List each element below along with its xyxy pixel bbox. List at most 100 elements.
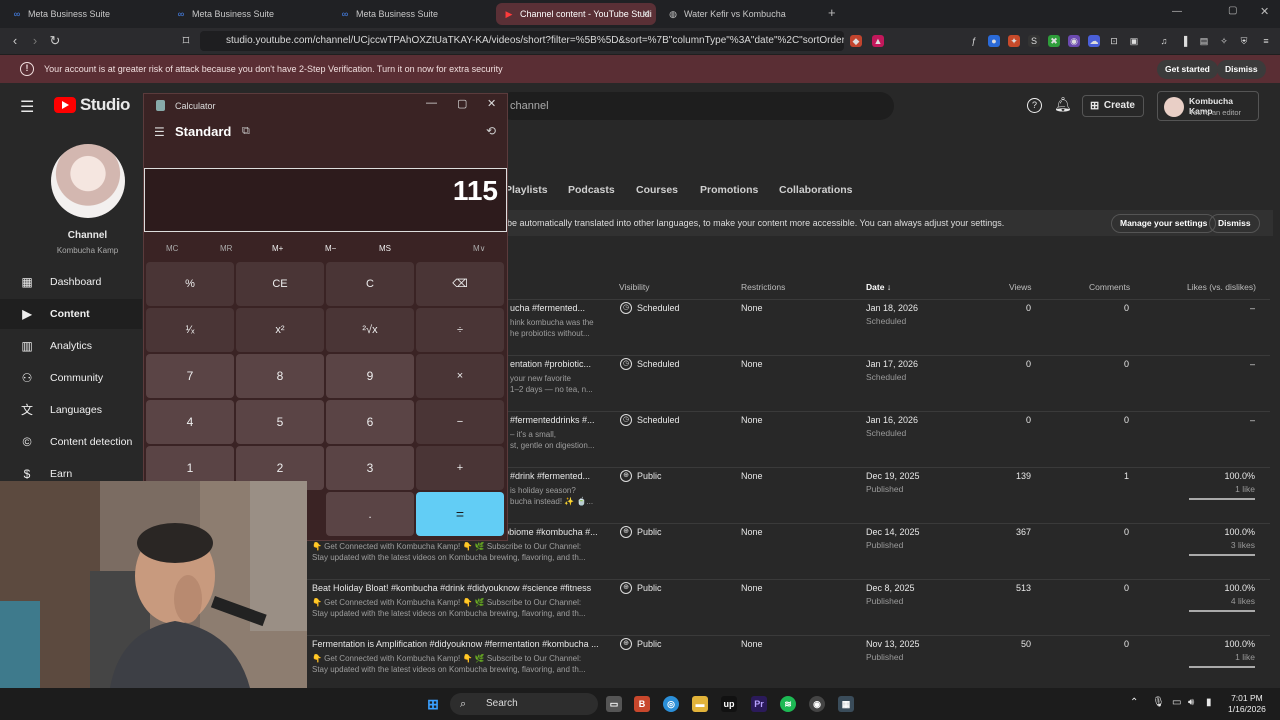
reload-icon[interactable]: ↻ bbox=[47, 33, 63, 49]
memory-recall-button[interactable]: MR bbox=[220, 244, 232, 253]
maximize-icon[interactable]: ▢ bbox=[457, 97, 467, 110]
youtube-logo-icon[interactable] bbox=[54, 97, 76, 113]
tab-podcasts[interactable]: Podcasts bbox=[568, 184, 615, 196]
create-button[interactable]: ⊞ Create bbox=[1082, 95, 1144, 117]
video-title[interactable]: ucha #fermented... bbox=[510, 303, 585, 313]
column-date[interactable]: Date ↓ bbox=[866, 282, 891, 292]
history-icon[interactable]: ⟲ bbox=[486, 124, 496, 138]
tab-playlists[interactable]: Playlists bbox=[505, 184, 548, 196]
network-icon[interactable]: ▭ bbox=[1172, 697, 1181, 708]
calculator-menu-icon[interactable]: ☰ bbox=[154, 125, 165, 139]
memory-add-button[interactable]: M+ bbox=[272, 244, 283, 253]
video-title[interactable]: Fermentation is Amplification #didyoukno… bbox=[312, 639, 599, 649]
extension-icon[interactable]: ☁ bbox=[1088, 35, 1100, 47]
visibility-value[interactable]: Public bbox=[637, 583, 662, 593]
chrome-icon[interactable]: ◎ bbox=[663, 696, 679, 712]
brave-icon[interactable]: B bbox=[634, 696, 650, 712]
browser-tab[interactable]: ◍ Water Kefir vs Kombucha bbox=[660, 3, 820, 25]
column-views[interactable]: Views bbox=[1009, 282, 1032, 292]
add-button[interactable]: + bbox=[416, 446, 504, 490]
minimize-icon[interactable]: — bbox=[1172, 6, 1182, 17]
back-icon[interactable]: ‹ bbox=[7, 33, 23, 49]
visibility-value[interactable]: Scheduled bbox=[637, 415, 680, 425]
table-row[interactable]: Fermentation is Amplification #didyoukno… bbox=[300, 635, 1270, 691]
calculator-taskbar-icon[interactable]: ▦ bbox=[838, 696, 854, 712]
new-tab-icon[interactable]: + bbox=[828, 5, 836, 20]
square-root-button[interactable]: ²√x bbox=[326, 308, 414, 352]
brave-shield-icon[interactable]: ◆ bbox=[850, 35, 862, 47]
column-restrictions[interactable]: Restrictions bbox=[741, 282, 785, 292]
memory-clear-button[interactable]: MC bbox=[166, 244, 178, 253]
visibility-value[interactable]: Public bbox=[637, 639, 662, 649]
column-comments[interactable]: Comments bbox=[1089, 282, 1130, 292]
sidebar-icon[interactable]: ▐ bbox=[1178, 35, 1190, 47]
memory-store-button[interactable]: MS bbox=[379, 244, 391, 253]
tab-promotions[interactable]: Promotions bbox=[700, 184, 758, 196]
tab-courses[interactable]: Courses bbox=[636, 184, 678, 196]
get-started-button[interactable]: Get started bbox=[1157, 60, 1218, 79]
extension-icon[interactable]: ✦ bbox=[1008, 35, 1020, 47]
extension-icon[interactable]: S bbox=[1028, 35, 1040, 47]
task-view-icon[interactable]: ▭ bbox=[606, 696, 622, 712]
battery-icon[interactable]: ▮ bbox=[1206, 697, 1212, 708]
tray-chevron-icon[interactable]: ⌃ bbox=[1130, 697, 1138, 708]
tab-collaborations[interactable]: Collaborations bbox=[779, 184, 853, 196]
obs-icon[interactable]: ◉ bbox=[809, 696, 825, 712]
multiply-button[interactable]: × bbox=[416, 354, 504, 398]
column-visibility[interactable]: Visibility bbox=[619, 282, 650, 292]
keep-on-top-icon[interactable]: ⧉ bbox=[242, 125, 250, 138]
reciprocal-button[interactable]: ¹⁄ₓ bbox=[146, 308, 234, 352]
video-title[interactable]: Beat Holiday Bloat! #kombucha #drink #di… bbox=[312, 583, 591, 593]
digit-5-button[interactable]: 5 bbox=[236, 400, 324, 444]
memory-subtract-button[interactable]: M− bbox=[325, 244, 336, 253]
digit-8-button[interactable]: 8 bbox=[236, 354, 324, 398]
help-icon[interactable]: ? bbox=[1027, 98, 1042, 113]
upwork-icon[interactable]: up bbox=[721, 696, 737, 712]
digit-9-button[interactable]: 9 bbox=[326, 354, 414, 398]
browser-tab[interactable]: ∞ Meta Business Suite bbox=[168, 3, 328, 25]
system-clock[interactable]: 7:01 PM 1/16/2026 bbox=[1228, 693, 1266, 715]
shield-icon[interactable]: ⛨ bbox=[1238, 35, 1250, 47]
extension-icon[interactable]: ⊡ bbox=[1108, 35, 1120, 47]
manage-settings-button[interactable]: Manage your settings bbox=[1111, 214, 1217, 233]
video-title[interactable]: entation #probiotic... bbox=[510, 359, 591, 369]
backspace-button[interactable]: ⌫ bbox=[416, 262, 504, 306]
memory-list-button[interactable]: M∨ bbox=[473, 244, 486, 253]
close-icon[interactable]: ✕ bbox=[487, 97, 496, 110]
sidebar-item-dashboard[interactable]: ▦ Dashboard bbox=[0, 267, 142, 297]
leo-icon[interactable]: ✧ bbox=[1218, 35, 1230, 47]
notifications-icon[interactable]: 🔔︎ bbox=[1054, 96, 1072, 113]
browser-tab[interactable]: ∞ Meta Business Suite bbox=[332, 3, 492, 25]
visibility-value[interactable]: Public bbox=[637, 471, 662, 481]
video-title[interactable]: #drink #fermented... bbox=[510, 471, 590, 481]
minimize-icon[interactable]: — bbox=[426, 97, 437, 109]
extension-icon[interactable]: ✖ bbox=[1048, 35, 1060, 47]
divide-button[interactable]: ÷ bbox=[416, 308, 504, 352]
sidebar-item-community[interactable]: ⚇ Community bbox=[0, 363, 142, 393]
browser-tab[interactable]: ∞ Meta Business Suite bbox=[4, 3, 164, 25]
visibility-value[interactable]: Scheduled bbox=[637, 303, 680, 313]
extension-icon[interactable]: ◉ bbox=[1068, 35, 1080, 47]
close-tab-icon[interactable]: ✕ bbox=[642, 9, 650, 20]
digit-7-button[interactable]: 7 bbox=[146, 354, 234, 398]
taskbar-search[interactable]: ⌕ Search bbox=[450, 693, 598, 715]
subtract-button[interactable]: − bbox=[416, 400, 504, 444]
extension-icon[interactable]: ▣ bbox=[1128, 35, 1140, 47]
premiere-icon[interactable]: Pr bbox=[751, 696, 767, 712]
clear-button[interactable]: C bbox=[326, 262, 414, 306]
sidebar-item-content-detection[interactable]: © Content detection bbox=[0, 427, 142, 457]
sidebar-item-languages[interactable]: 文 Languages bbox=[0, 395, 142, 425]
rewards-icon[interactable]: ▲ bbox=[872, 35, 884, 47]
sidebar-item-analytics[interactable]: ▥ Analytics bbox=[0, 331, 142, 361]
studio-search-input[interactable]: channel bbox=[498, 92, 894, 120]
wallet-icon[interactable]: ▤ bbox=[1198, 35, 1210, 47]
digit-4-button[interactable]: 4 bbox=[146, 400, 234, 444]
volume-icon[interactable]: 🔊︎ bbox=[1188, 697, 1194, 708]
extension-icon[interactable]: ● bbox=[988, 35, 1000, 47]
table-row[interactable]: Beat Holiday Bloat! #kombucha #drink #di… bbox=[300, 579, 1270, 635]
spotify-icon[interactable]: ≋ bbox=[780, 696, 796, 712]
clear-entry-button[interactable]: CE bbox=[236, 262, 324, 306]
bookmark-icon[interactable]: ⌑ bbox=[178, 33, 194, 49]
account-switcher[interactable]: Kombucha Kamp You're an editor bbox=[1157, 91, 1259, 121]
info-dismiss-button[interactable]: Dismiss bbox=[1209, 214, 1260, 233]
